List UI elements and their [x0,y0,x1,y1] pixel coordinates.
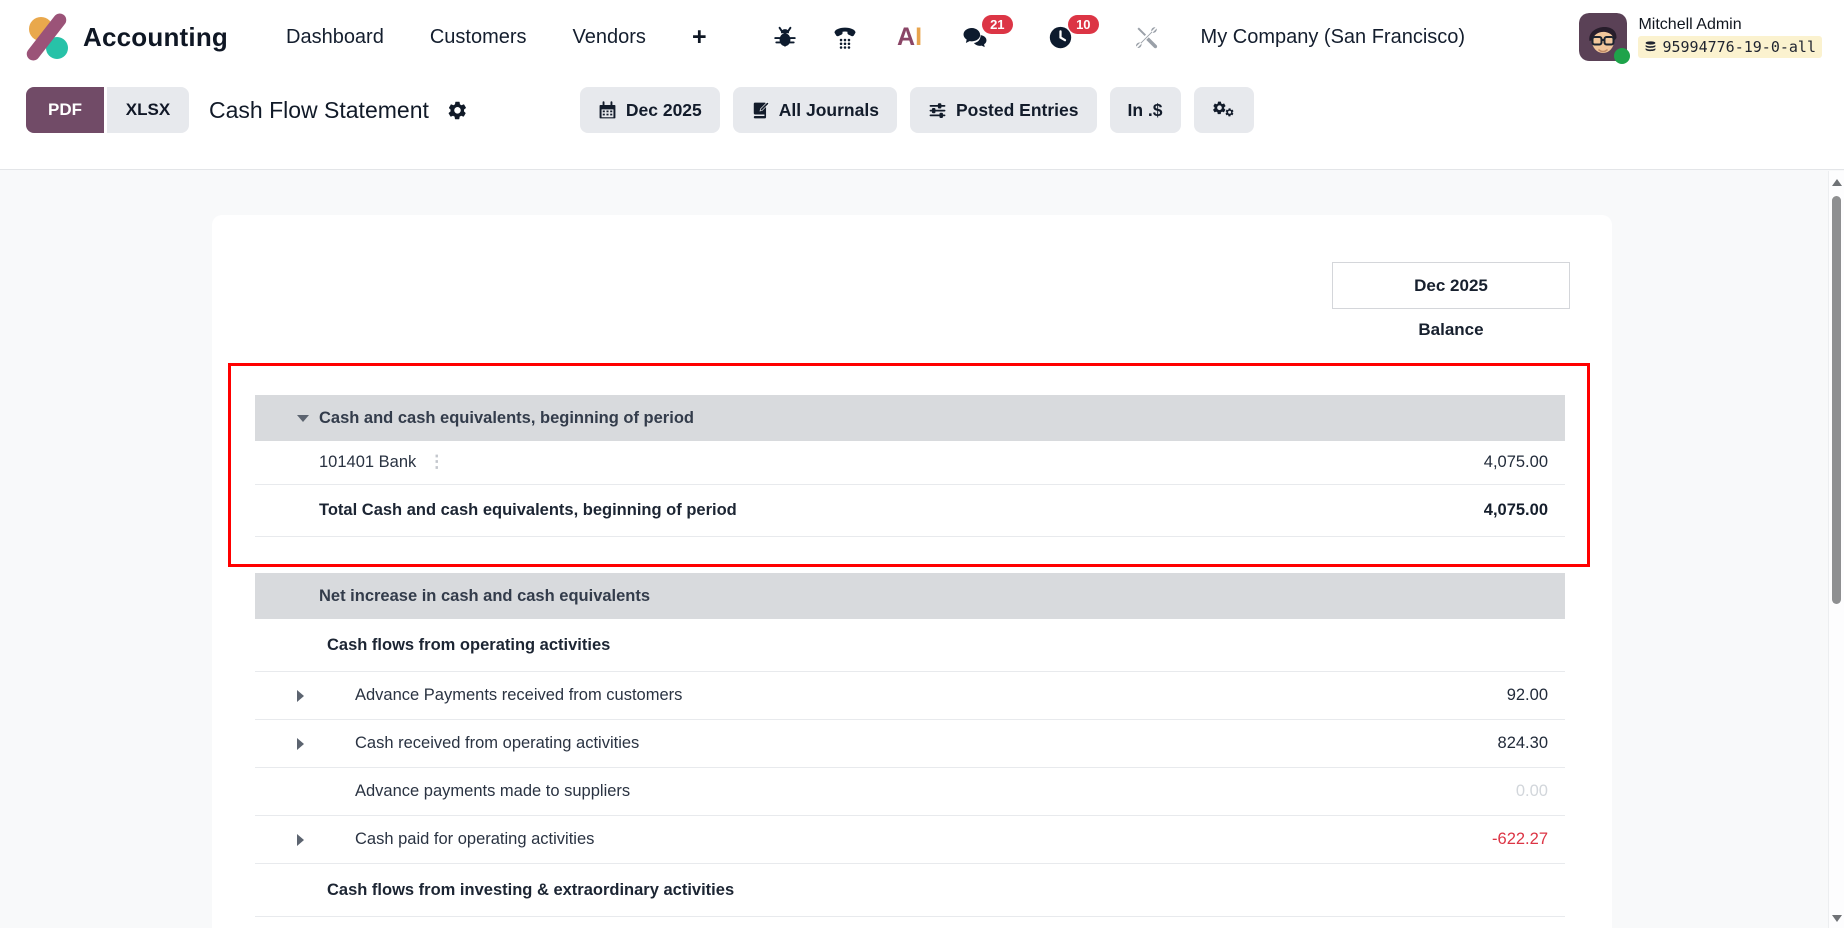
filter-buttons: Dec 2025 All Journals [580,87,1254,133]
company-switcher[interactable]: My Company (San Francisco) [1201,26,1466,49]
gears-icon [1212,100,1236,120]
date-filter-button[interactable]: Dec 2025 [580,87,720,133]
report-row[interactable]: 101401 Bank⋮4,075.00 [255,441,1565,485]
row-label: Cash flows from operating activities [327,636,1565,655]
report-row: Advance payments made to suppliers0.00 [255,768,1565,816]
report-table: Cash and cash equivalents, beginning of … [255,395,1565,917]
tools-icon[interactable] [1133,23,1161,51]
scroll-down-arrow-icon[interactable] [1832,915,1842,922]
row-value: 4,075.00 [1335,453,1565,472]
online-status-dot [1614,48,1630,64]
messages-chat-icon[interactable]: 21 [961,23,989,51]
user-name: Mitchell Admin [1638,16,1822,34]
scroll-up-arrow-icon[interactable] [1832,179,1842,186]
report-row [255,537,1565,573]
calendar-icon [598,101,617,120]
report-row[interactable]: Cash received from operating activities8… [255,720,1565,768]
ai-assistant-icon[interactable]: AI [891,23,929,51]
row-label: Cash paid for operating activities [355,830,1335,849]
export-pdf-button[interactable]: PDF [26,87,104,133]
header: Accounting Dashboard Customers Vendors + [0,0,1844,170]
database-icon [1644,40,1657,54]
report-row[interactable]: Advance Payments received from customers… [255,672,1565,720]
activities-clock-icon[interactable]: 10 [1047,23,1075,51]
row-label: 101401 Bank⋮ [319,453,1335,472]
report-card: Dec 2025 Balance Cash and cash equivalen… [212,215,1612,928]
menu-vendors[interactable]: Vendors [573,26,646,49]
main-menu: Dashboard Customers Vendors [286,26,646,49]
journals-filter-button[interactable]: All Journals [733,87,897,133]
menu-customers[interactable]: Customers [430,26,527,49]
messages-count-badge: 21 [982,15,1012,34]
app-window: Accounting Dashboard Customers Vendors + [0,0,1844,928]
journal-book-icon [751,101,770,120]
export-xlsx-button[interactable]: XLSX [107,87,189,133]
app-name[interactable]: Accounting [83,22,228,53]
top-navbar: Accounting Dashboard Customers Vendors + [0,0,1844,74]
caret-right-icon[interactable] [297,690,304,702]
report-toolbar: PDF XLSX Cash Flow Statement [0,74,1844,146]
sliders-icon [928,101,947,120]
posted-entries-filter-button[interactable]: Posted Entries [910,87,1097,133]
caret-down-icon[interactable] [297,415,309,422]
avatar[interactable] [1579,13,1627,61]
report-row: Total Cash and cash equivalents, beginni… [255,485,1565,537]
row-label: Cash flows from investing & extraordinar… [327,881,1565,900]
row-label: Advance payments made to suppliers [355,782,1335,801]
row-value: -622.27 [1335,830,1565,849]
balance-column-header: Balance [1332,320,1570,340]
report-row: Cash flows from investing & extraordinar… [255,864,1565,917]
systray-icons: AI 21 10 [771,23,1161,51]
scrollbar-thumb[interactable] [1832,196,1841,604]
row-label: Cash received from operating activities [355,734,1335,753]
row-value: 0.00 [1335,782,1565,801]
row-label: Net increase in cash and cash equivalent… [319,587,1565,606]
database-badge: 95994776-19-0-all [1638,36,1822,58]
voip-phone-icon[interactable] [831,23,859,51]
row-label: Advance Payments received from customers [355,686,1335,705]
row-value: 824.30 [1335,734,1565,753]
report-row[interactable]: Cash paid for operating activities-622.2… [255,816,1565,864]
menu-dashboard[interactable]: Dashboard [286,26,384,49]
caret-right-icon[interactable] [297,738,304,750]
currency-filter-button[interactable]: In .$ [1110,87,1181,133]
row-value: 4,075.00 [1335,501,1565,520]
report-row[interactable]: Cash and cash equivalents, beginning of … [255,395,1565,441]
row-value: 92.00 [1335,686,1565,705]
report-settings-gear-icon[interactable] [447,100,468,121]
user-menu[interactable]: Mitchell Admin 95994776-19-0-all [1579,13,1822,61]
kebab-menu-icon[interactable]: ⋮ [428,453,445,471]
vertical-scrollbar[interactable] [1828,171,1844,928]
debug-bug-icon[interactable] [771,23,799,51]
report-options-gears-button[interactable] [1194,87,1254,133]
report-title: Cash Flow Statement [209,97,429,124]
report-row: Cash flows from operating activities [255,619,1565,672]
plus-menu-icon[interactable]: + [692,23,707,52]
activities-count-badge: 10 [1068,15,1098,34]
caret-right-icon[interactable] [297,834,304,846]
row-label: Total Cash and cash equivalents, beginni… [319,501,1335,520]
report-row: Net increase in cash and cash equivalent… [255,573,1565,619]
odoo-accounting-logo-icon[interactable] [24,13,70,61]
period-column-header[interactable]: Dec 2025 [1332,262,1570,309]
row-label: Cash and cash equivalents, beginning of … [319,409,1565,428]
